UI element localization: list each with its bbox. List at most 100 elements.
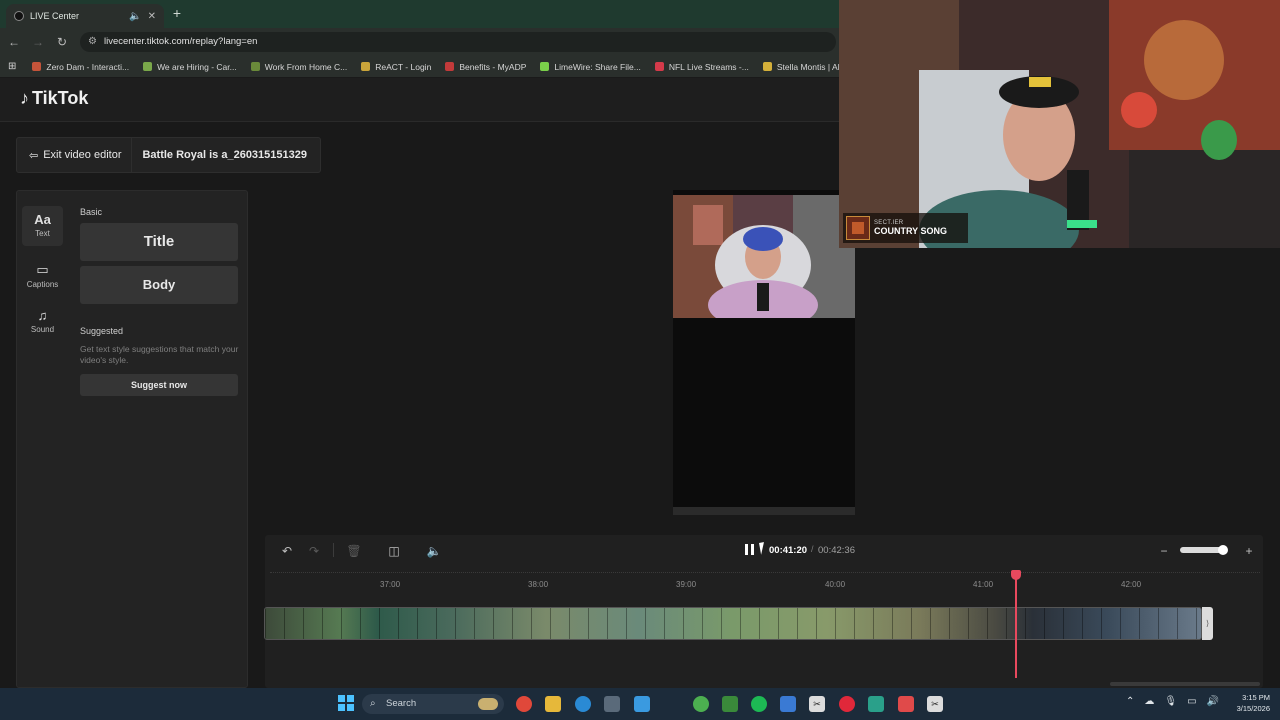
clip-thumbnail-divider <box>1139 608 1140 639</box>
suggested-heading: Suggested <box>80 326 124 336</box>
app-header <box>0 78 840 122</box>
site-info-icon[interactable]: ⚙ <box>88 32 97 52</box>
opera-icon[interactable] <box>839 696 855 712</box>
capcut-icon[interactable]: ✂ <box>809 696 825 712</box>
clip-thumbnail-divider <box>835 608 836 639</box>
tab-sound[interactable]: ♫ Sound <box>22 302 63 342</box>
logo-text: TikTok <box>32 88 89 108</box>
reload-button[interactable]: ↻ <box>54 34 70 50</box>
address-bar[interactable]: ⚙ livecenter.tiktok.com/replay?lang=en <box>80 32 836 52</box>
volume-icon[interactable]: 🔈 <box>425 542 443 560</box>
preview-webcam-frame <box>673 195 855 318</box>
suggest-description: Get text style suggestions that match yo… <box>80 344 239 365</box>
bookmark-item[interactable]: We are Hiring - Car... <box>143 62 237 72</box>
tiktok-logo[interactable]: ♪ TikTok <box>20 88 88 109</box>
chevron-up-icon[interactable]: ⌃ <box>1126 696 1134 707</box>
app-icon[interactable] <box>868 696 884 712</box>
taskbar-clock[interactable]: 3:15 PM 3/15/2026 <box>1226 692 1270 714</box>
redo-icon[interactable]: ↷ <box>305 542 323 560</box>
clip-thumbnail-divider <box>721 608 722 639</box>
ruler-tick: 39:00 <box>676 580 697 589</box>
ruler-tick: 41:00 <box>973 580 994 589</box>
clip-thumbnail-divider <box>265 608 266 639</box>
clip-thumbnail-divider <box>379 608 380 639</box>
edge-icon[interactable] <box>575 696 591 712</box>
bookmark-favicon-icon <box>32 62 42 71</box>
taskbar-search[interactable]: ⌕ Search <box>362 694 504 714</box>
system-tray: ⌃ ☁ 🎙 ▭ 🔊 <box>1126 696 1219 707</box>
add-body-button[interactable]: Body <box>80 266 238 304</box>
xbox-icon[interactable] <box>722 696 738 712</box>
playhead-handle[interactable] <box>1011 570 1021 580</box>
exit-label: Exit video editor <box>43 149 122 161</box>
clip-thumbnail-divider <box>588 608 589 639</box>
bookmark-item[interactable]: Benefits - MyADP <box>445 62 526 72</box>
speaker-icon[interactable]: 🔊 <box>1207 696 1219 707</box>
captions-icon: ▭ <box>36 262 49 277</box>
clip-thumbnail-divider <box>360 608 361 639</box>
bookmarks-bar: ⊞ Zero Dam - Interacti... We are Hiring -… <box>0 56 893 78</box>
file-explorer-icon[interactable] <box>545 696 561 712</box>
bookmark-favicon-icon <box>143 62 153 71</box>
clip-thumbnail-divider <box>873 608 874 639</box>
bookmark-item[interactable]: ReACT - Login <box>361 62 431 72</box>
pause-button[interactable] <box>743 543 757 557</box>
windows-start-icon[interactable] <box>338 695 354 711</box>
forward-button[interactable]: → <box>30 34 46 50</box>
timeline-scrollbar[interactable] <box>1110 682 1260 686</box>
bookmark-favicon-icon <box>250 62 260 71</box>
app-icon[interactable] <box>898 696 914 712</box>
cloud-icon[interactable]: ☁ <box>1144 696 1154 707</box>
exit-video-editor-button[interactable]: ⇦ Exit video editor <box>17 138 133 172</box>
display-icon[interactable]: ▭ <box>1187 696 1196 707</box>
bookmark-item[interactable]: LimeWire: Share File... <box>540 62 641 72</box>
undo-icon[interactable]: ↶ <box>278 542 296 560</box>
zoom-slider[interactable] <box>1180 545 1228 555</box>
clip-thumbnail-divider <box>949 608 950 639</box>
bookmark-favicon-icon <box>445 62 455 71</box>
bookmark-item[interactable]: NFL Live Streams -... <box>654 62 749 72</box>
album-art <box>846 216 870 240</box>
bookmark-label: We are Hiring - Car... <box>157 61 237 72</box>
tab-text[interactable]: Aa Text <box>22 206 63 246</box>
file-name: Battle Royal is a_260315151329 <box>142 149 307 161</box>
start-quad <box>338 695 345 702</box>
store-icon[interactable] <box>604 696 620 712</box>
suggest-now-button[interactable]: Suggest now <box>80 374 238 396</box>
audio-icon[interactable]: 🔈 <box>129 11 141 22</box>
delete-icon[interactable]: 🗑 <box>345 542 363 560</box>
playhead[interactable] <box>1015 574 1017 678</box>
close-tab-icon[interactable]: ✕ <box>148 11 156 22</box>
video-clip-track[interactable] <box>264 607 1202 640</box>
tab-captions[interactable]: ▭ Captions <box>22 256 63 296</box>
back-button[interactable]: ← <box>6 34 22 50</box>
bookmark-label: Benefits - MyADP <box>459 61 527 72</box>
zoom-out-button[interactable]: − <box>1155 542 1173 560</box>
chrome-icon[interactable] <box>516 696 532 712</box>
apps-grid-icon[interactable]: ⊞ <box>8 61 16 72</box>
chrome-alt-icon[interactable] <box>693 696 709 712</box>
timeline-ruler[interactable] <box>270 572 1260 594</box>
clip-thumbnail-divider <box>816 608 817 639</box>
clip-thumbnail-divider <box>683 608 684 639</box>
browser-tab[interactable]: LIVE Center 🔈 ✕ <box>6 4 164 28</box>
new-tab-button[interactable]: + <box>168 4 186 22</box>
clip-thumbnail-divider <box>1177 608 1178 639</box>
split-icon[interactable]: ◫ <box>385 542 403 560</box>
zoom-in-button[interactable]: + <box>1240 542 1258 560</box>
start-quad <box>347 704 354 711</box>
add-title-button[interactable]: Title <box>80 223 238 261</box>
bookmark-item[interactable]: Zero Dam - Interacti... <box>32 62 129 72</box>
spotify-icon[interactable] <box>751 696 767 712</box>
microphone-icon[interactable]: 🎙 <box>1164 696 1177 707</box>
clip-thumbnail-divider <box>854 608 855 639</box>
clip-thumbnail-divider <box>930 608 931 639</box>
clip-thumbnail-divider <box>987 608 988 639</box>
ruler-tick: 42:00 <box>1121 580 1142 589</box>
clip-trim-handle[interactable]: ⟩ <box>1202 607 1213 640</box>
photos-icon[interactable] <box>634 696 650 712</box>
clip-thumbnail-divider <box>569 608 570 639</box>
bookmark-item[interactable]: Work From Home C... <box>250 62 347 72</box>
app-icon[interactable] <box>780 696 796 712</box>
capcut-icon[interactable]: ✂ <box>927 696 943 712</box>
